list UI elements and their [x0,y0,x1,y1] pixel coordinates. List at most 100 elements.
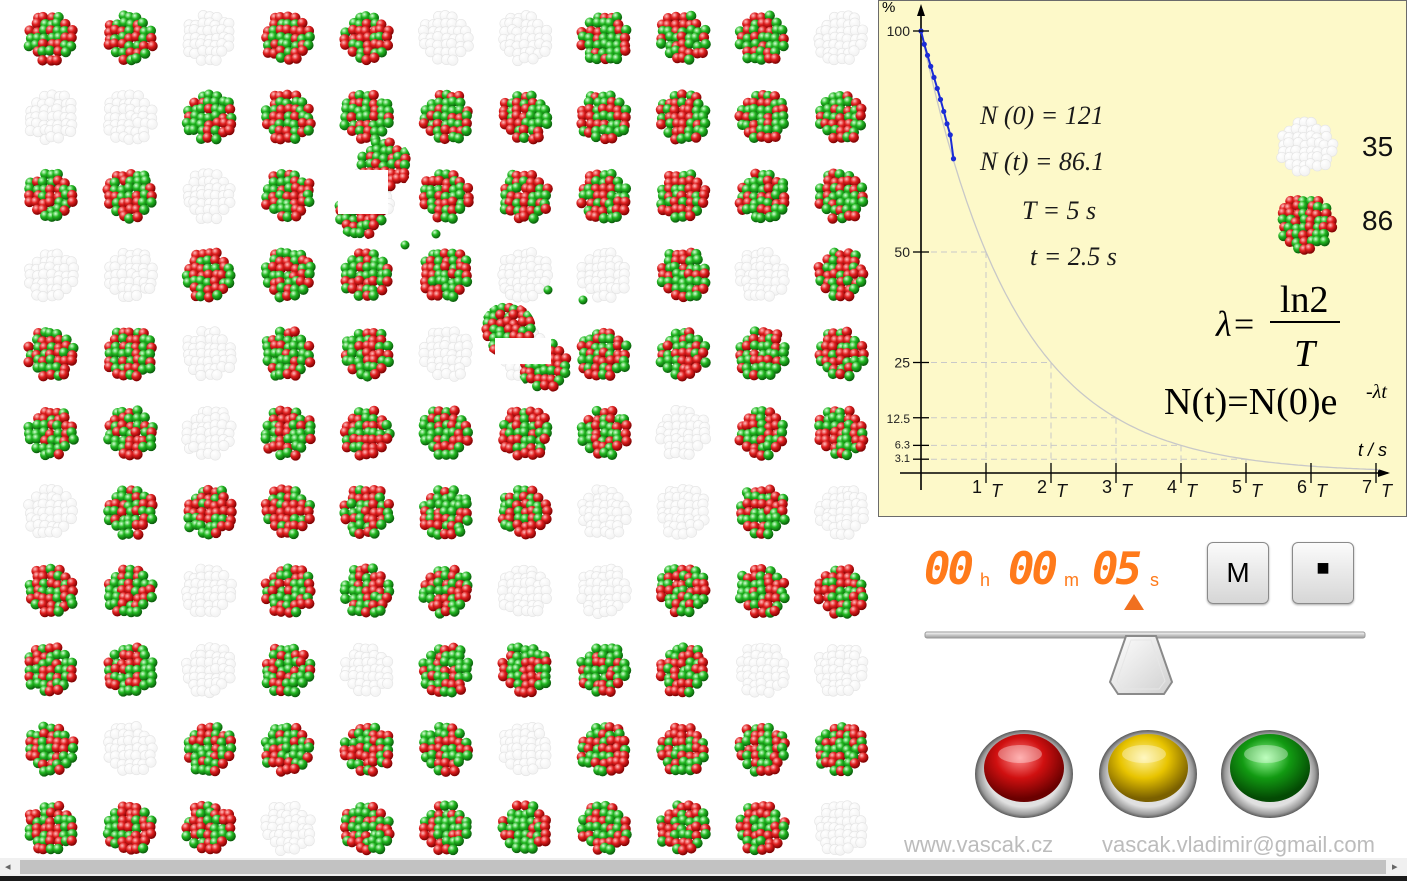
time-step-selector-icon[interactable] [1122,592,1146,612]
x-tick-label: 3 [1102,477,1112,497]
nucleus-decayed [814,800,868,856]
emitted-particle [543,285,553,295]
nucleus-remaining [261,169,315,223]
y-tick-label: 3.1 [895,453,910,465]
nucleus-decayed [736,642,790,698]
nucleus-remaining [339,722,394,777]
timer-hours: 00 [924,544,974,595]
nucleus-remaining [418,642,474,698]
nucleus-decayed [418,326,473,382]
nucleus-remaining [655,642,709,698]
nucleus-decayed [182,168,236,225]
nucleus-decayed [656,484,710,540]
nucleus-remaining [181,800,237,855]
nucleus-remaining [734,168,790,224]
nucleus-remaining [23,11,78,66]
nucleus-decayed [576,247,630,303]
nucleus-remaining [655,564,711,618]
nucleus-remaining [102,168,157,224]
nucleus-remaining [260,247,316,303]
nucleus-decayed [497,564,552,617]
nucleus-remaining [814,405,869,461]
green-button[interactable] [1221,730,1319,818]
scroll-left-icon[interactable]: ◂ [5,860,11,873]
nucleus-remaining [734,90,789,144]
nucleus-remaining [25,721,79,777]
nucleus-remaining [656,800,711,856]
y-tick-label: 50 [894,244,910,260]
measured-point [941,108,947,115]
measured-point [931,74,937,81]
nucleus-remaining [340,801,395,856]
nucleus-remaining [103,327,157,382]
nucleus-remaining [419,485,473,540]
stop-button[interactable]: ■ [1292,542,1354,604]
nucleus-remaining [418,169,474,224]
yellow-button[interactable] [1099,730,1197,818]
y-tick-label: 25 [894,355,910,371]
nucleus-remaining [103,405,158,461]
emitted-particle [400,240,410,250]
nucleus-decayed [181,406,237,461]
nucleus-remaining [576,327,632,381]
measured-point [944,121,950,127]
timer-seconds: 05 [1092,544,1142,595]
nucleus-remaining [735,801,790,856]
nucleus-remaining [735,326,790,381]
speed-slider-handle[interactable] [1108,635,1174,695]
measured-point [947,132,953,138]
y-tick-label: 100 [887,23,911,39]
scroll-right-icon[interactable]: ▸ [1392,860,1398,873]
nucleus-decayed [182,10,235,66]
x-tick-label: 2 [1037,477,1047,497]
nuclei-grid [23,10,869,857]
measured-point [937,96,944,103]
nucleus-decayed [418,10,474,66]
x-tick-label: 4 [1167,477,1177,497]
nucleus-remaining [655,89,711,145]
footer-website[interactable]: www.vascak.cz [904,832,1053,858]
nucleus-decayed [24,89,78,146]
nucleus-remaining [734,406,788,461]
half-life-readout: T = 5 s [1022,196,1096,225]
nucleus-remaining [736,484,790,540]
nucleus-remaining [497,485,553,540]
nucleus-decayed [734,247,790,302]
window-bottom-edge [0,876,1407,881]
timer-hours-unit: h [980,570,991,590]
nucleus-remaining [339,11,394,66]
m-button[interactable]: M [1207,542,1269,604]
nucleus-remaining [102,801,157,855]
nucleus-decayed [182,326,237,381]
y-tick-label: 6.3 [895,439,910,451]
nucleus-remaining [656,247,711,303]
nucleus-remaining [813,247,869,302]
nucleus-remaining [576,90,632,145]
nucleus-remaining [260,405,316,461]
nucleus-remaining [103,485,158,540]
nucleus-decayed [181,642,236,699]
nucleus-remaining [656,722,709,776]
nucleus-remaining [498,90,553,145]
y-tick-label: 12.5 [887,412,911,426]
nucleus-remaining [576,168,632,224]
nucleus-remaining [183,722,237,777]
nucleus-remaining [260,722,315,777]
nucleus-remaining [576,643,632,697]
nucleus-decayed [260,800,316,857]
speed-slider[interactable] [920,626,1370,700]
nucleus-decayed [339,642,394,697]
nucleus-remaining [103,10,158,66]
nucleus-remaining [497,642,552,698]
nucleus-remaining [576,722,631,777]
nucleus-remaining [734,722,790,777]
nucleus-decayed [814,644,869,697]
nucleus-remaining [24,800,78,855]
scrollbar-thumb[interactable] [20,860,1386,874]
footer-email[interactable]: vascak.vladimir@gmail.com [1102,832,1375,858]
nucleus-remaining [655,327,711,382]
nucleus-remaining [260,484,316,540]
nucleus-remaining [23,406,79,461]
nucleus-decayed [577,484,632,540]
red-button[interactable] [975,730,1073,818]
